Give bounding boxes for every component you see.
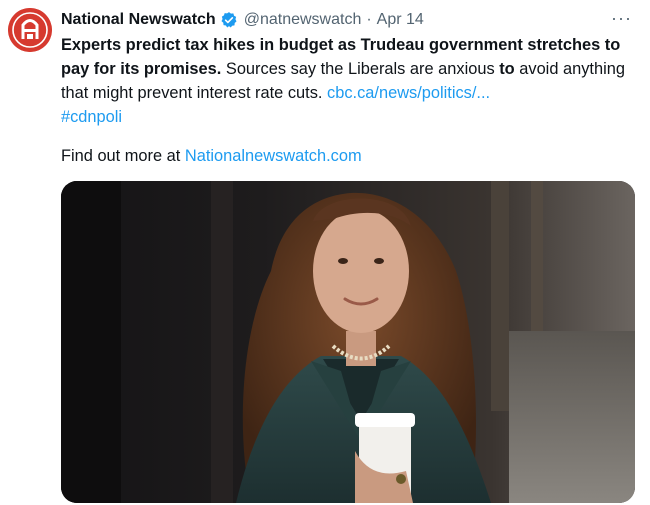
findout-line: Find out more at Nationalnewswatch.com	[61, 144, 362, 168]
timestamp[interactable]: Apr 14	[377, 11, 424, 29]
findout-prefix: Find out more at	[61, 147, 185, 165]
avatar[interactable]	[8, 8, 52, 52]
text-bold: to	[499, 60, 515, 78]
national-newswatch-logo-icon	[8, 8, 52, 52]
article-link[interactable]: cbc.ca/news/politics/...	[327, 84, 490, 102]
verified-badge-icon	[220, 11, 238, 29]
handle[interactable]: @natnewswatch	[244, 11, 362, 29]
more-options-icon[interactable]: ···	[611, 8, 632, 29]
separator-dot: ·	[366, 11, 372, 28]
tweet[interactable]: National Newswatch @natnewswatch · Apr 1…	[0, 0, 650, 505]
tweet-photo[interactable]	[61, 181, 635, 503]
display-name[interactable]: National Newswatch	[61, 11, 216, 29]
text-part-1: Sources say the Liberals are anxious	[221, 60, 500, 78]
findout-link[interactable]: Nationalnewswatch.com	[185, 147, 362, 165]
tweet-header: National Newswatch @natnewswatch · Apr 1…	[61, 9, 626, 31]
tweet-text: Experts predict tax hikes in budget as T…	[61, 33, 641, 129]
photo-woman-with-coffee	[61, 181, 635, 503]
hashtag-link[interactable]: #cdnpoli	[61, 108, 122, 126]
